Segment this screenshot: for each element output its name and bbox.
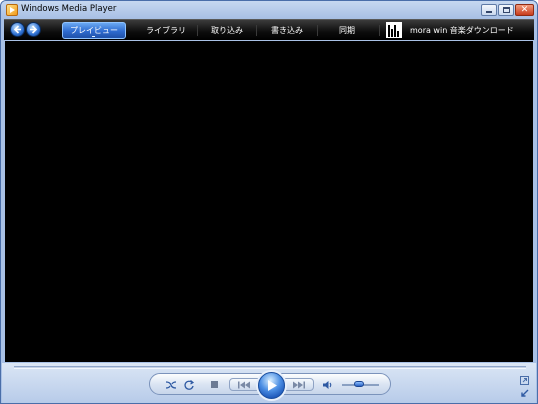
maximize-button[interactable]	[498, 4, 514, 16]
volume-slider-thumb[interactable]	[353, 381, 364, 387]
close-button[interactable]: ✕	[515, 4, 534, 16]
minimize-button[interactable]	[481, 4, 497, 16]
play-icon	[267, 380, 277, 391]
compact-mode-button[interactable]	[520, 389, 529, 398]
navigation-bar: プレイビュー ライブラリ 取り込み 書き込み 同期 mora win 音楽ダウン…	[4, 19, 534, 40]
compact-mode-icon	[521, 389, 529, 397]
play-button[interactable]	[258, 372, 285, 399]
previous-icon	[238, 381, 250, 388]
previous-button[interactable]	[229, 378, 259, 391]
repeat-icon	[184, 380, 195, 390]
mute-button[interactable]	[322, 379, 334, 391]
tab-library[interactable]: ライブラリ	[135, 22, 197, 39]
seek-bar[interactable]	[14, 366, 526, 369]
forward-button[interactable]	[26, 22, 41, 37]
video-display[interactable]	[5, 41, 533, 362]
media-player-window: Windows Media Player ✕ プレイビュー ライブラリ 取り込み…	[0, 0, 538, 404]
tab-now-playing[interactable]: プレイビュー	[62, 22, 126, 39]
online-store-link[interactable]: mora win 音楽ダウンロード	[410, 22, 514, 39]
next-icon	[293, 381, 305, 388]
shuffle-button[interactable]	[165, 379, 177, 391]
next-button[interactable]	[284, 378, 314, 391]
tab-separator	[379, 25, 380, 36]
close-icon: ✕	[520, 5, 529, 15]
transport-controls	[149, 372, 391, 399]
fullscreen-button[interactable]	[520, 376, 529, 385]
back-button[interactable]	[10, 22, 25, 37]
fullscreen-icon	[520, 376, 529, 385]
repeat-button[interactable]	[183, 379, 195, 391]
tab-rip[interactable]: 取り込み	[198, 22, 256, 39]
stop-icon[interactable]	[211, 381, 218, 388]
volume-icon	[323, 381, 332, 389]
title-bar[interactable]: Windows Media Player ✕	[1, 1, 537, 19]
tab-burn[interactable]: 書き込み	[257, 22, 317, 39]
tab-sync[interactable]: 同期	[318, 22, 376, 39]
minimize-icon	[486, 11, 492, 13]
window-title: Windows Media Player	[21, 4, 117, 14]
mora-logo-icon[interactable]	[386, 22, 402, 38]
forward-arrow-icon	[30, 25, 38, 34]
shuffle-icon	[165, 381, 177, 389]
media-player-app-icon	[6, 4, 18, 16]
back-arrow-icon	[13, 25, 21, 34]
maximize-icon	[502, 7, 510, 13]
playback-controls-bar	[2, 363, 536, 403]
